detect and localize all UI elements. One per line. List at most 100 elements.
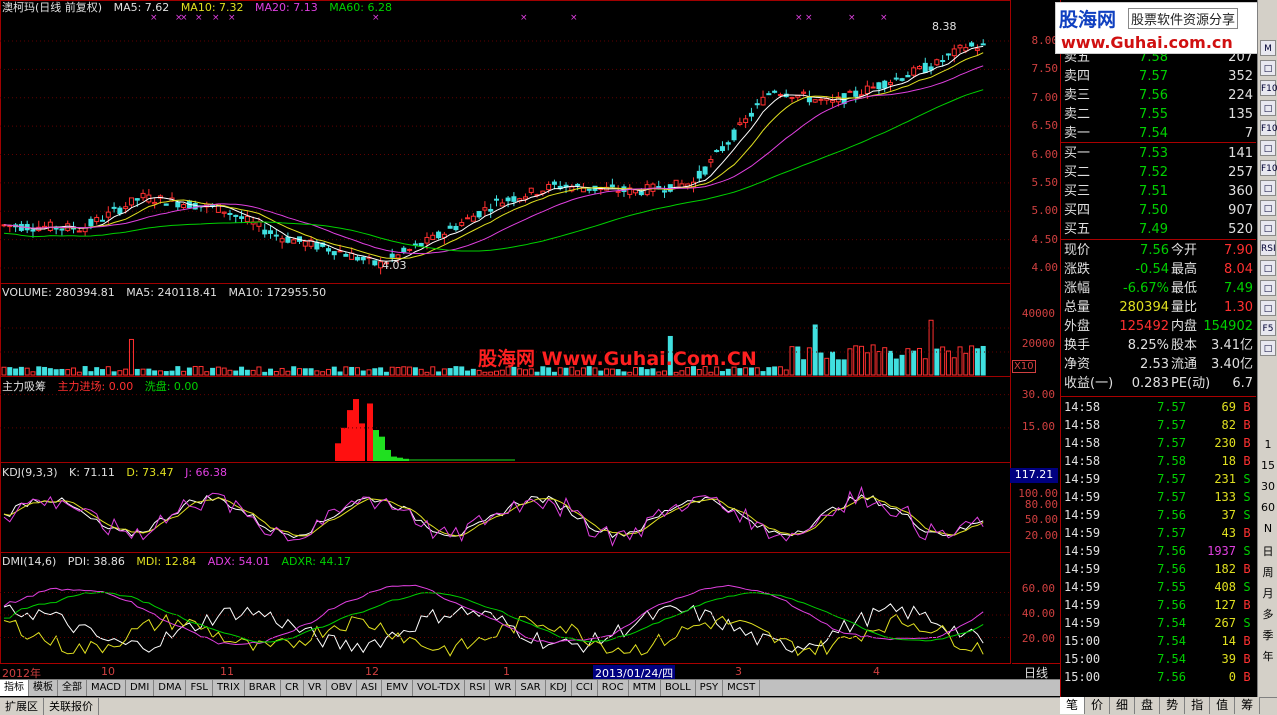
sell-row[interactable]: 卖三 7.56 224 bbox=[1061, 86, 1256, 105]
volume-bar bbox=[430, 366, 436, 376]
bottom-tab-1[interactable]: 关联报价 bbox=[44, 698, 99, 715]
toolbar-tab-wr[interactable]: WR bbox=[490, 680, 517, 696]
toolbar-tab-asi[interactable]: ASI bbox=[357, 680, 383, 696]
volume-bar bbox=[372, 368, 378, 376]
period-button-8[interactable]: 多 bbox=[1260, 606, 1276, 622]
buy-row[interactable]: 买三 7.51 360 bbox=[1061, 182, 1256, 201]
period-button-1[interactable]: 15 bbox=[1260, 459, 1276, 472]
quote-tab-3[interactable]: 盘 bbox=[1135, 697, 1161, 714]
period-button-10[interactable]: 年 bbox=[1260, 648, 1276, 664]
toolbar-tab-全部[interactable]: 全部 bbox=[58, 680, 87, 696]
side-icon-6[interactable]: F10 bbox=[1260, 160, 1277, 176]
price-tick-label: 7.00 bbox=[1031, 90, 1059, 104]
toolbar-tab-rsi[interactable]: RSI bbox=[465, 680, 491, 696]
chart-canvas[interactable]: × ×× × × × × × × × × × × bbox=[0, 0, 1060, 680]
toolbar-tab-模板[interactable]: 模板 bbox=[29, 680, 58, 696]
candle-body bbox=[922, 62, 928, 73]
quote-tab-6[interactable]: 值 bbox=[1210, 697, 1236, 714]
sell-row[interactable]: 卖二 7.55 135 bbox=[1061, 105, 1256, 124]
quote-tab-1[interactable]: 价 bbox=[1085, 697, 1111, 714]
period-label[interactable]: 日线 bbox=[1012, 663, 1060, 680]
high-mark-label: 8.38 bbox=[932, 20, 957, 33]
toolbar-tab-brar[interactable]: BRAR bbox=[245, 680, 281, 696]
toolbar-tab-dma[interactable]: DMA bbox=[154, 680, 187, 696]
tick-volume: 133 bbox=[1214, 490, 1236, 504]
tick-row: 14:59 7.57 231 S bbox=[1061, 470, 1256, 488]
buy-row[interactable]: 买五 7.49 520 bbox=[1061, 220, 1256, 239]
toolbar-tab-emv[interactable]: EMV bbox=[382, 680, 413, 696]
side-icon-9[interactable]: □ bbox=[1260, 220, 1276, 236]
kdj-name: KDJ(9,3,3) bbox=[2, 466, 58, 479]
volume-bar bbox=[291, 366, 297, 376]
price-tick-label: 4.50 bbox=[1031, 232, 1059, 246]
quote-tab-0[interactable]: 笔 bbox=[1060, 697, 1086, 714]
toolbar-tab-vol-tdx[interactable]: VOL-TDX bbox=[413, 680, 466, 696]
toolbar-tab-cr[interactable]: CR bbox=[281, 680, 304, 696]
tick-direction: B bbox=[1243, 436, 1251, 450]
toolbar-tab-mtm[interactable]: MTM bbox=[629, 680, 661, 696]
quote-tab-2[interactable]: 细 bbox=[1110, 697, 1136, 714]
side-icon-0[interactable]: M bbox=[1260, 40, 1276, 56]
side-icon-7[interactable]: □ bbox=[1260, 180, 1276, 196]
toolbar-tab-roc[interactable]: ROC bbox=[598, 680, 629, 696]
toolbar-tab-psy[interactable]: PSY bbox=[696, 680, 724, 696]
toolbar-tab-指标[interactable]: 指标 bbox=[0, 680, 29, 696]
toolbar-tab-sar[interactable]: SAR bbox=[516, 680, 546, 696]
bottom-tab-0[interactable]: 扩展区 bbox=[0, 698, 44, 715]
period-button-4[interactable]: N bbox=[1260, 522, 1276, 535]
buy-row[interactable]: 买二 7.52 257 bbox=[1061, 163, 1256, 182]
stat-key: 换手 bbox=[1064, 338, 1091, 353]
toolbar-tab-macd[interactable]: MACD bbox=[87, 680, 126, 696]
signal-marker: × bbox=[228, 13, 236, 23]
period-button-6[interactable]: 周 bbox=[1260, 564, 1276, 580]
volume-bar bbox=[951, 357, 957, 376]
toolbar-tab-trix[interactable]: TRIX bbox=[213, 680, 245, 696]
tick-row: 14:59 7.54 267 S bbox=[1061, 614, 1256, 632]
toolbar-tab-mcst[interactable]: MCST bbox=[723, 680, 761, 696]
stat-value: -0.54 bbox=[1135, 262, 1169, 277]
side-icon-10[interactable]: RSI bbox=[1260, 240, 1276, 256]
buy-row[interactable]: 买一 7.53 141 bbox=[1061, 144, 1256, 163]
side-icon-3[interactable]: □ bbox=[1260, 100, 1276, 116]
side-icon-11[interactable]: □ bbox=[1260, 260, 1276, 276]
quote-tab-7[interactable]: 筹 bbox=[1235, 697, 1261, 714]
tick-row: 14:58 7.57 230 B bbox=[1061, 434, 1256, 452]
quote-tab-4[interactable]: 势 bbox=[1160, 697, 1186, 714]
sell-volume: 7 bbox=[1244, 126, 1253, 141]
sell-row[interactable]: 卖四 7.57 352 bbox=[1061, 67, 1256, 86]
period-button-5[interactable]: 日 bbox=[1260, 543, 1276, 559]
volume-bar bbox=[795, 346, 801, 376]
volume-bar bbox=[268, 368, 274, 376]
candle-body bbox=[430, 234, 436, 241]
side-icon-2[interactable]: F10 bbox=[1260, 80, 1277, 96]
period-button-2[interactable]: 30 bbox=[1260, 480, 1276, 493]
volume-bar bbox=[82, 366, 88, 376]
side-icon-5[interactable]: □ bbox=[1260, 140, 1276, 156]
volume-bar bbox=[818, 352, 824, 376]
stat-row: 换手 8.25% 股本 3.41亿 bbox=[1061, 336, 1256, 355]
period-button-7[interactable]: 月 bbox=[1260, 585, 1276, 601]
side-icon-12[interactable]: □ bbox=[1260, 280, 1276, 296]
quote-tab-5[interactable]: 指 bbox=[1185, 697, 1211, 714]
side-icon-8[interactable]: □ bbox=[1260, 200, 1276, 216]
side-icon-13[interactable]: □ bbox=[1260, 300, 1276, 316]
toolbar-tab-vr[interactable]: VR bbox=[304, 680, 327, 696]
candle-body bbox=[638, 191, 644, 196]
kdj-k-line bbox=[3, 494, 984, 539]
side-icon-15[interactable]: □ bbox=[1260, 340, 1276, 356]
toolbar-tab-obv[interactable]: OBV bbox=[327, 680, 357, 696]
toolbar-tab-kdj[interactable]: KDJ bbox=[546, 680, 572, 696]
toolbar-tab-fsl[interactable]: FSL bbox=[186, 680, 213, 696]
side-icon-1[interactable]: □ bbox=[1260, 60, 1276, 76]
candle-body bbox=[314, 241, 320, 250]
side-icon-14[interactable]: F5 bbox=[1260, 320, 1276, 336]
toolbar-tab-cci[interactable]: CCI bbox=[572, 680, 598, 696]
sell-row[interactable]: 卖一 7.54 7 bbox=[1061, 124, 1256, 143]
period-button-0[interactable]: 1 bbox=[1260, 438, 1276, 451]
toolbar-tab-boll[interactable]: BOLL bbox=[661, 680, 696, 696]
buy-row[interactable]: 买四 7.50 907 bbox=[1061, 201, 1256, 220]
period-button-9[interactable]: 季 bbox=[1260, 627, 1276, 643]
period-button-3[interactable]: 60 bbox=[1260, 501, 1276, 514]
toolbar-tab-dmi[interactable]: DMI bbox=[126, 680, 155, 696]
side-icon-4[interactable]: F10 bbox=[1260, 120, 1277, 136]
